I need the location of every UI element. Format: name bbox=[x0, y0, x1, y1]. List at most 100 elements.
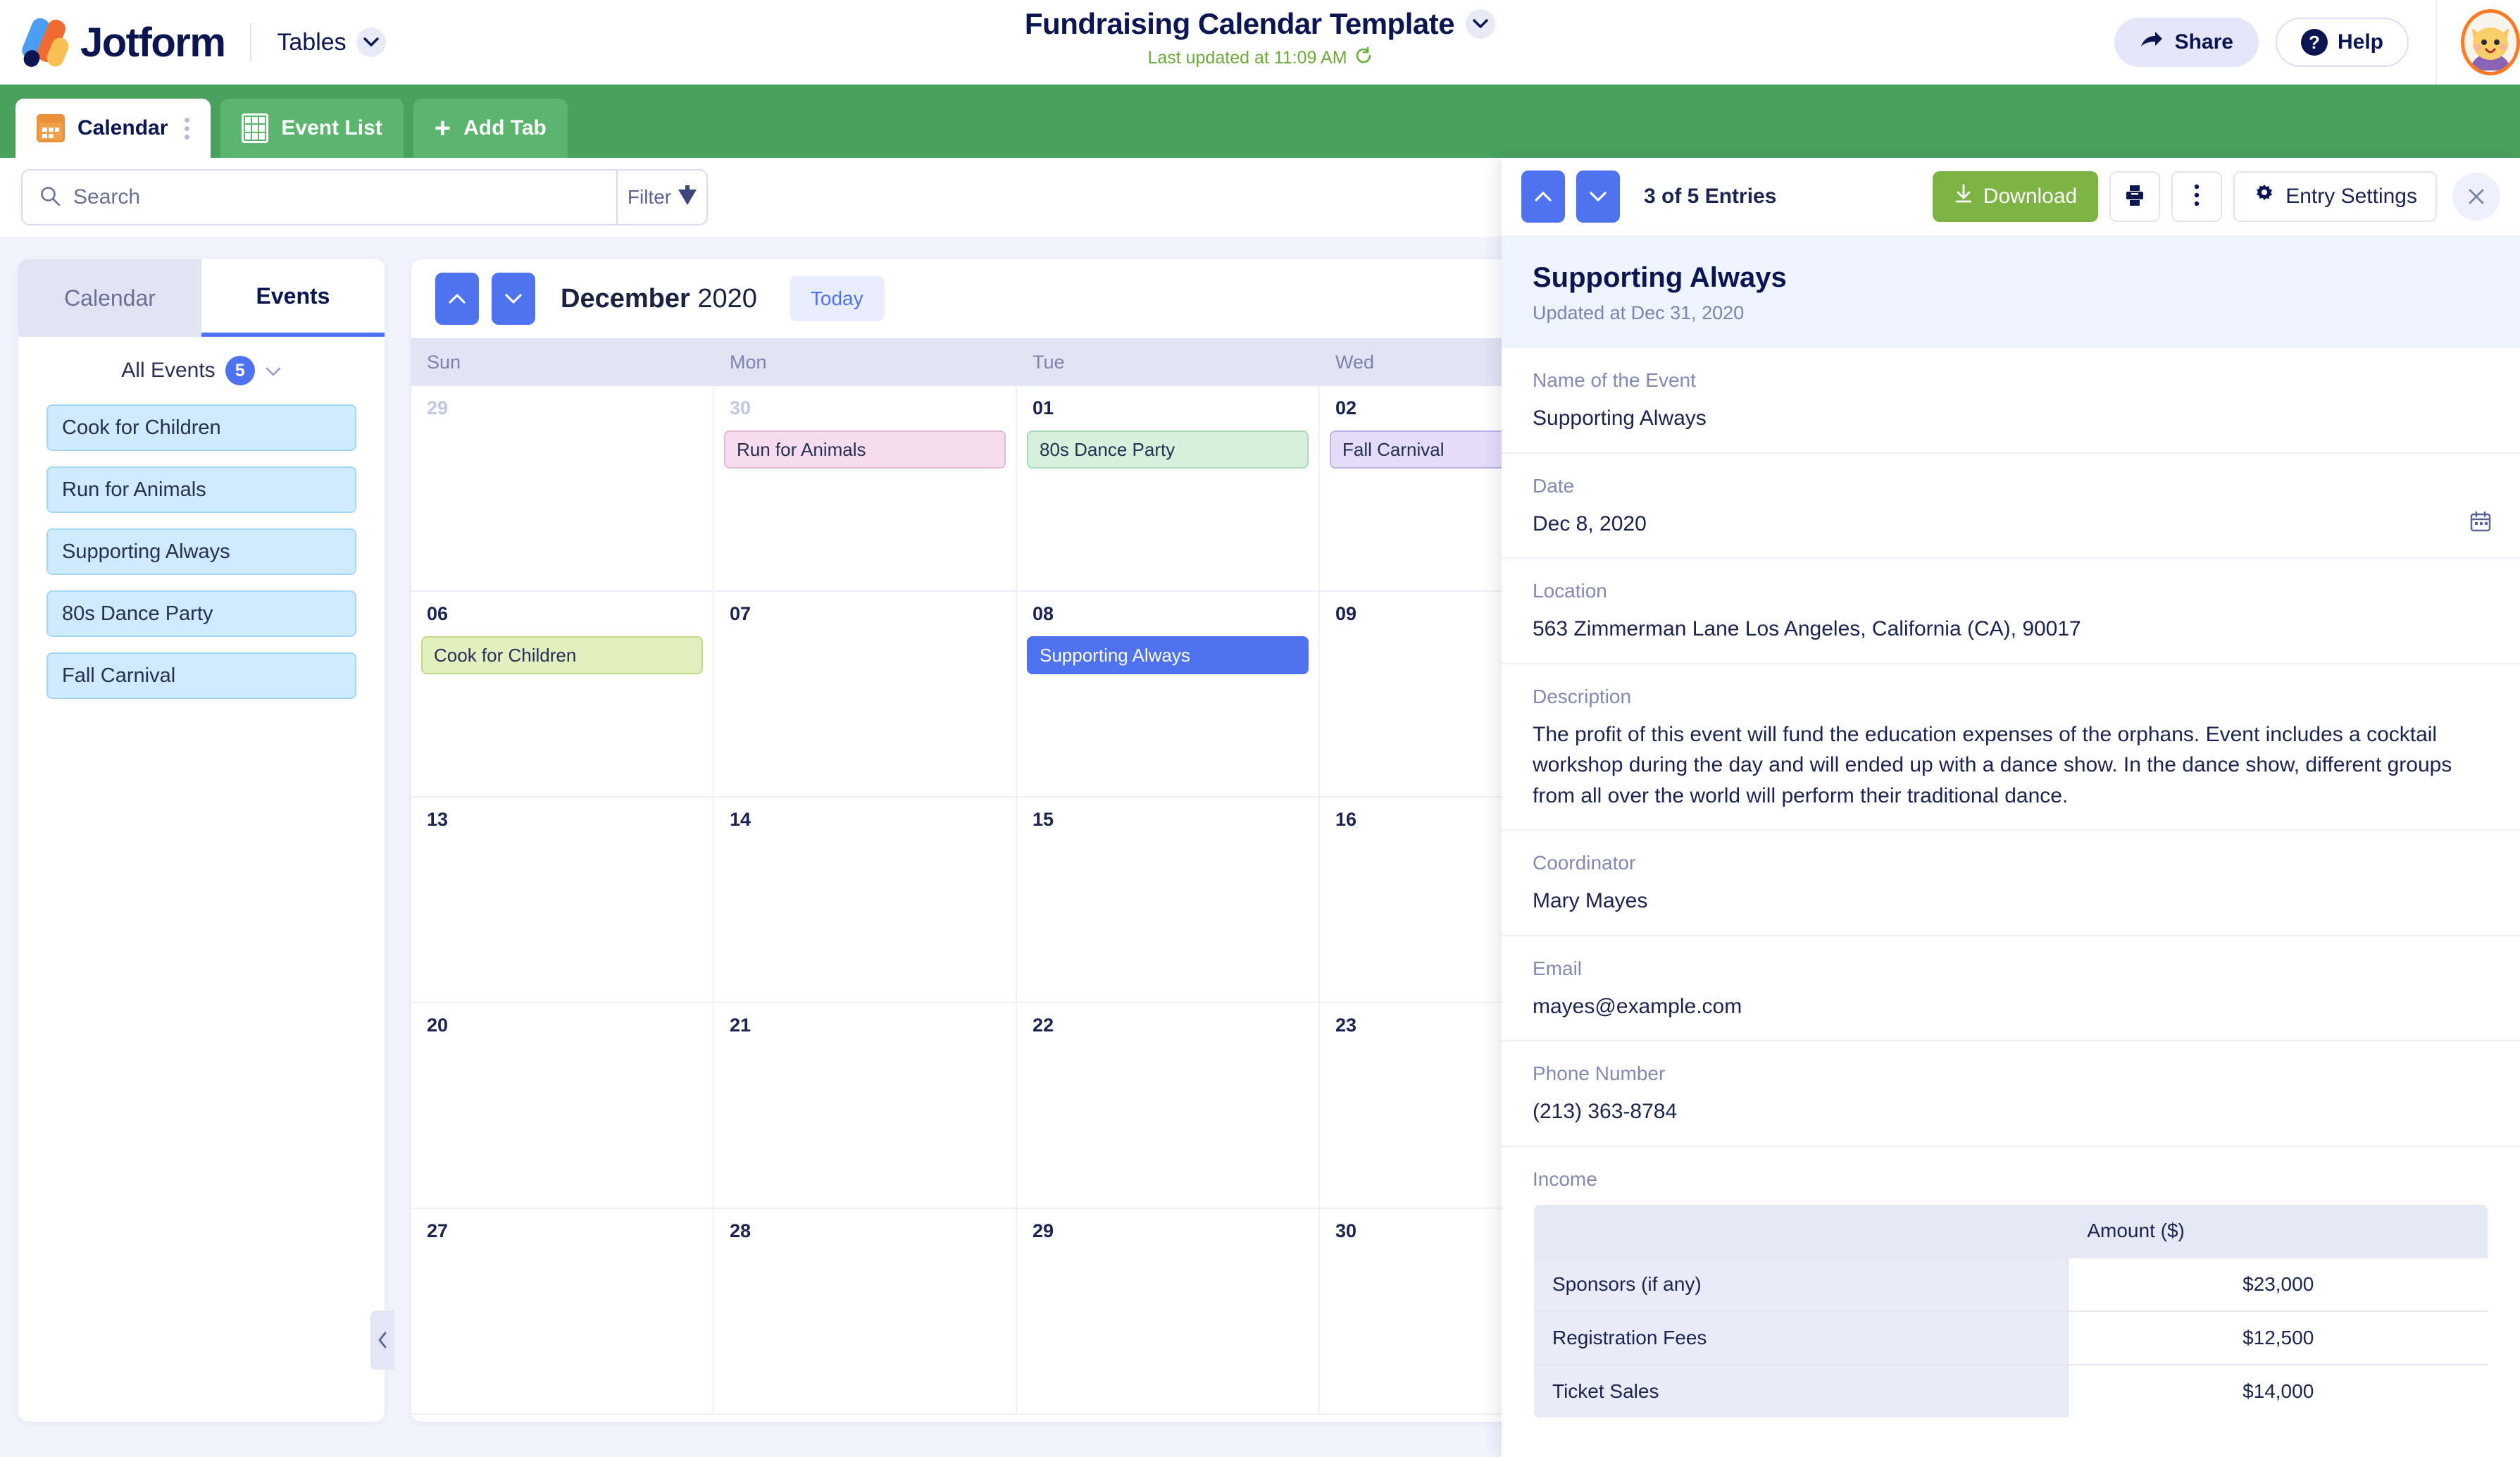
calendar-day-cell[interactable]: 28 bbox=[714, 1209, 1017, 1413]
calendar-day-number: 29 bbox=[1033, 1220, 1054, 1241]
grid-table-icon bbox=[242, 113, 269, 143]
weekday-tue: Tue bbox=[1033, 351, 1065, 373]
calendar-day-cell[interactable]: 29 bbox=[411, 386, 714, 590]
calendar-day-cell[interactable]: 30 Run for Animals bbox=[714, 386, 1017, 590]
calendar-day-number: 20 bbox=[427, 1015, 449, 1036]
income-table-header-row: Amount ($) bbox=[1534, 1204, 2488, 1258]
calendar-icon bbox=[37, 114, 65, 142]
income-row-value[interactable]: $12,500 bbox=[2067, 1310, 2488, 1365]
calendar-day-number: 02 bbox=[1335, 397, 1357, 418]
calendar-day-number: 06 bbox=[427, 603, 449, 624]
field-email[interactable]: Email mayes@example.com bbox=[1502, 936, 2520, 1041]
income-row-key: Ticket Sales bbox=[1534, 1363, 2069, 1418]
calendar-event-chip[interactable]: Supporting Always bbox=[1027, 636, 1309, 674]
calendar-day-cell[interactable]: 01 80s Dance Party bbox=[1017, 386, 1320, 590]
sidebar-event-item[interactable]: Cook for Children bbox=[46, 404, 356, 451]
tab-event-list[interactable]: Event List bbox=[220, 99, 404, 158]
today-button[interactable]: Today bbox=[789, 276, 885, 321]
calendar-next-button[interactable] bbox=[492, 273, 535, 325]
tab-calendar[interactable]: Calendar bbox=[15, 99, 211, 158]
sidebar-tab-calendar[interactable]: Calendar bbox=[18, 259, 201, 337]
calendar-day-cell[interactable]: 22 bbox=[1017, 1003, 1320, 1208]
all-events-label: All Events bbox=[121, 359, 216, 382]
calendar-icon[interactable] bbox=[2469, 510, 2492, 536]
calendar-event-chip[interactable]: Run for Animals bbox=[724, 430, 1006, 469]
calendar-day-number: 23 bbox=[1335, 1015, 1357, 1036]
calendar-event-chip[interactable]: Cook for Children bbox=[421, 636, 703, 674]
calendar-day-cell[interactable]: 20 bbox=[411, 1003, 714, 1208]
calendar-day-cell[interactable]: 06 Cook for Children bbox=[411, 592, 714, 796]
field-location[interactable]: Location 563 Zimmerman Lane Los Angeles,… bbox=[1502, 559, 2520, 664]
sidebar-event-item[interactable]: Supporting Always bbox=[46, 528, 356, 575]
refresh-icon[interactable] bbox=[1354, 46, 1373, 70]
help-button[interactable]: ? Help bbox=[2275, 18, 2409, 67]
header-divider bbox=[250, 23, 252, 62]
chevron-down-icon[interactable] bbox=[356, 27, 386, 57]
calendar-day-number: 07 bbox=[730, 603, 751, 624]
income-col-blank bbox=[1534, 1204, 2069, 1258]
calendar-day-cell[interactable]: 21 bbox=[714, 1003, 1017, 1208]
field-value: (213) 363-8784 bbox=[1533, 1100, 1678, 1123]
calendar-day-cell[interactable]: 08 Supporting Always bbox=[1017, 592, 1320, 796]
calendar-day-number: 30 bbox=[1335, 1220, 1357, 1241]
all-events-selector[interactable]: All Events 5 bbox=[18, 337, 385, 404]
field-description[interactable]: Description The profit of this event wil… bbox=[1502, 664, 2520, 831]
jotform-logo-icon bbox=[18, 16, 71, 70]
close-panel-button[interactable] bbox=[2452, 173, 2500, 221]
income-row-value[interactable]: $14,000 bbox=[2067, 1363, 2488, 1418]
tab-add-tab[interactable]: + Add Tab bbox=[413, 99, 568, 158]
calendar-day-cell[interactable]: 27 bbox=[411, 1209, 714, 1413]
calendar-day-cell[interactable]: 13 bbox=[411, 798, 714, 1002]
calendar-day-cell[interactable]: 07 bbox=[714, 592, 1017, 796]
entry-settings-button[interactable]: Entry Settings bbox=[2233, 171, 2437, 222]
calendar-event-chip[interactable]: Fall Carnival bbox=[1330, 430, 1517, 469]
sidebar-event-item[interactable]: Run for Animals bbox=[46, 466, 356, 513]
income-row-key: Registration Fees bbox=[1534, 1310, 2069, 1365]
entry-prev-button[interactable] bbox=[1521, 170, 1565, 223]
all-events-chevron-down-icon[interactable] bbox=[265, 359, 282, 383]
more-options-button[interactable] bbox=[2171, 171, 2223, 222]
income-row-value[interactable]: $23,000 bbox=[2067, 1256, 2488, 1312]
search-icon bbox=[39, 185, 61, 210]
calendar-day-cell[interactable]: 14 bbox=[714, 798, 1017, 1002]
title-chevron-down-icon[interactable] bbox=[1466, 9, 1496, 39]
tab-calendar-label: Calendar bbox=[77, 116, 168, 140]
calendar-day-cell[interactable]: 29 bbox=[1017, 1209, 1320, 1413]
income-table-row: Sponsors (if any) $23,000 bbox=[1534, 1256, 2488, 1312]
field-phone-number[interactable]: Phone Number (213) 363-8784 bbox=[1502, 1041, 2520, 1147]
calendar-day-number: 15 bbox=[1033, 809, 1054, 830]
avatar[interactable] bbox=[2461, 9, 2520, 75]
search-input[interactable]: Search bbox=[23, 170, 616, 224]
tables-menu-button[interactable]: Tables bbox=[277, 27, 386, 57]
plus-icon: + bbox=[434, 113, 451, 144]
calendar-day-cell[interactable]: 15 bbox=[1017, 798, 1320, 1002]
field-date[interactable]: Date Dec 8, 2020 bbox=[1502, 454, 2520, 559]
calendar-day-cell[interactable]: 23 bbox=[1320, 1003, 1517, 1208]
field-label: Phone Number bbox=[1533, 1062, 1666, 1084]
sidebar-event-item[interactable]: Fall Carnival bbox=[46, 652, 356, 699]
field-label: Name of the Event bbox=[1533, 369, 1696, 391]
sidebar-tab-events[interactable]: Events bbox=[201, 259, 385, 337]
calendar-prev-button[interactable] bbox=[435, 273, 479, 325]
entry-panel-toolbar: 3 of 5 Entries Download Entry Settings bbox=[1502, 158, 2520, 237]
share-button[interactable]: Share bbox=[2114, 18, 2259, 67]
tab-calendar-kebab-menu-icon[interactable] bbox=[185, 117, 190, 140]
calendar-day-cell[interactable]: 02 Fall Carnival bbox=[1320, 386, 1517, 590]
entry-next-button[interactable] bbox=[1576, 170, 1620, 223]
download-button[interactable]: Download bbox=[1932, 171, 2099, 222]
sidebar-collapse-handle[interactable] bbox=[370, 1310, 394, 1370]
field-name-of-the-event[interactable]: Name of the Event Supporting Always bbox=[1502, 348, 2520, 454]
calendar-event-chip[interactable]: 80s Dance Party bbox=[1027, 430, 1309, 469]
calendar-day-cell[interactable]: 09 bbox=[1320, 592, 1517, 796]
calendar-day-cell[interactable]: 30 bbox=[1320, 1209, 1517, 1413]
print-button[interactable] bbox=[2109, 171, 2161, 222]
filter-button[interactable]: Filter bbox=[616, 170, 706, 224]
field-coordinator[interactable]: Coordinator Mary Mayes bbox=[1502, 831, 2520, 936]
calendar-day-cell[interactable]: 16 bbox=[1320, 798, 1517, 1002]
calendar-week-row: 29 30 Run for Animals 01 80s Dance Party 02 Fa… bbox=[411, 386, 1517, 592]
calendar-day-number: 09 bbox=[1335, 603, 1357, 624]
field-value: Mary Mayes bbox=[1533, 889, 1648, 912]
calendar-grid: 29 30 Run for Animals 01 80s Dance Party 02 Fa… bbox=[411, 386, 1517, 1415]
tab-strip: Calendar Event List + Add Tab bbox=[0, 85, 2520, 158]
sidebar-event-item[interactable]: 80s Dance Party bbox=[46, 590, 356, 637]
